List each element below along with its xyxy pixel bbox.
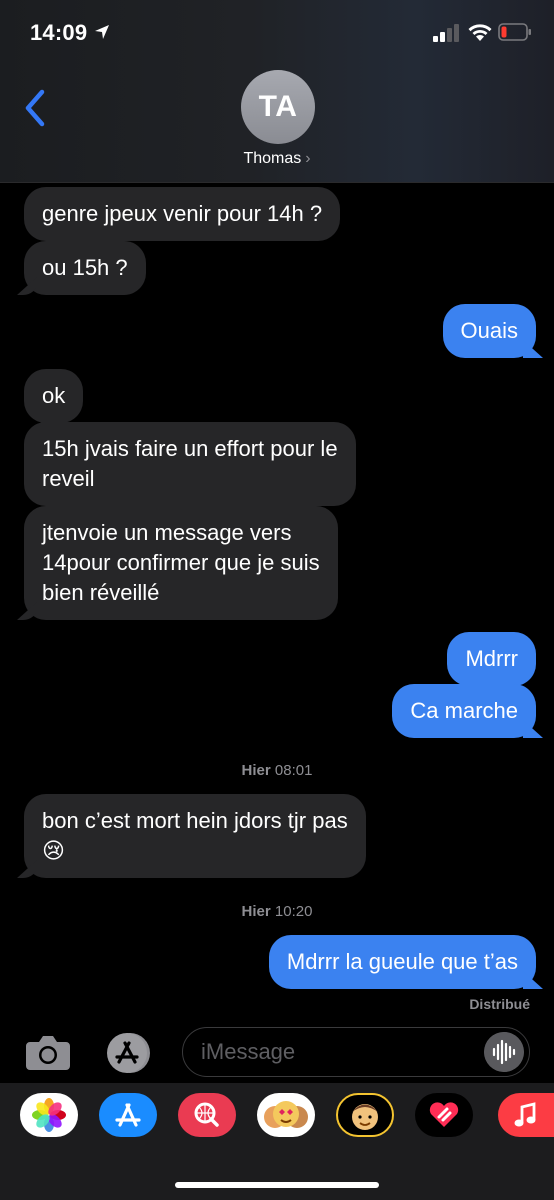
incoming-message[interactable]: ok <box>24 369 84 423</box>
animoji-icon[interactable] <box>257 1093 315 1137</box>
back-button[interactable] <box>20 88 50 128</box>
incoming-message[interactable]: jtenvoie un message vers 14pour confirme… <box>24 506 338 620</box>
audio-waveform-icon[interactable] <box>484 1032 524 1072</box>
incoming-message[interactable]: genre jpeux venir pour 14h ? <box>24 187 341 241</box>
timestamp: Hier 10:20 <box>241 903 313 920</box>
search-images-icon[interactable] <box>178 1093 236 1137</box>
outgoing-message[interactable]: Ca marche <box>392 684 536 738</box>
contact-avatar[interactable]: TA <box>241 70 315 144</box>
avatar-initials: TA <box>258 90 298 123</box>
digital-touch-icon[interactable] <box>415 1093 473 1137</box>
photos-icon[interactable] <box>20 1093 78 1137</box>
cellular-signal-icon <box>433 24 459 42</box>
app-store-icon[interactable] <box>103 1031 155 1075</box>
outgoing-message[interactable]: Mdrrr <box>447 632 536 686</box>
contact-name: Thomas <box>243 150 302 167</box>
camera-icon[interactable] <box>24 1034 72 1072</box>
location-arrow-icon <box>95 25 109 39</box>
timestamp: Hier 08:01 <box>241 762 313 779</box>
memoji-icon[interactable] <box>336 1093 394 1137</box>
status-time: 14:09 <box>30 20 88 45</box>
delivery-status: Distribué <box>469 996 530 1012</box>
chevron-right-icon: › <box>305 150 311 167</box>
status-bar: 14:09 <box>0 0 554 70</box>
outgoing-message[interactable]: Mdrrr la gueule que t’as <box>268 935 536 989</box>
incoming-message[interactable]: ou 15h ? <box>24 241 146 295</box>
music-icon[interactable] <box>498 1093 554 1137</box>
app-store-icon[interactable] <box>99 1093 157 1137</box>
incoming-message[interactable]: bon c’est mort hein jdors tjr pas 😢 <box>24 794 366 878</box>
wifi-icon <box>468 24 492 41</box>
home-indicator[interactable] <box>175 1182 379 1188</box>
contact-name-button[interactable]: Thomas › <box>0 150 554 168</box>
incoming-message[interactable]: 15h jvais faire un effort pour le reveil <box>24 422 356 506</box>
imessage-input[interactable] <box>182 1027 530 1077</box>
outgoing-message[interactable]: Ouais <box>442 304 536 358</box>
battery-icon <box>498 23 531 41</box>
